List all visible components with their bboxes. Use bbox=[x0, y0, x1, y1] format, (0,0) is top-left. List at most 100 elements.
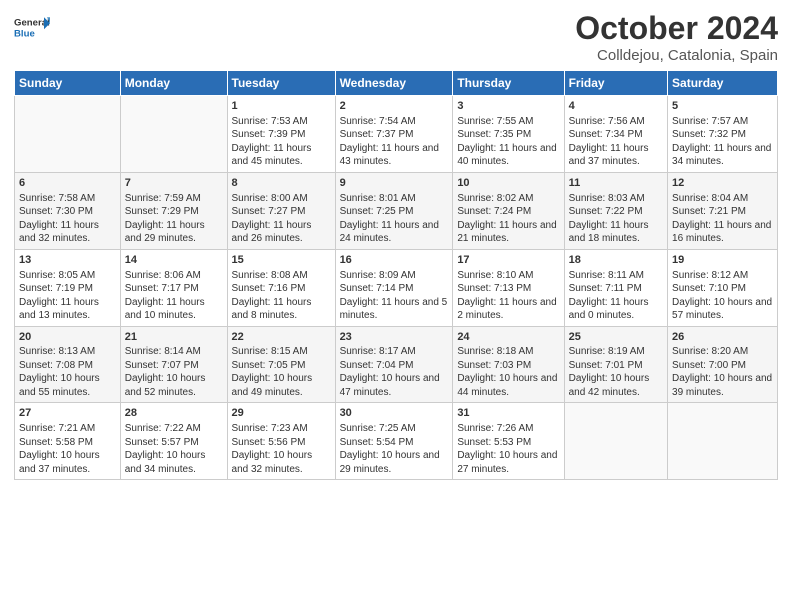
cell-3-2: 14Sunrise: 8:06 AMSunset: 7:17 PMDayligh… bbox=[120, 249, 227, 326]
cell-text: Sunrise: 8:05 AM bbox=[19, 270, 95, 281]
cell-text: Sunset: 5:57 PM bbox=[125, 437, 199, 448]
col-header-wednesday: Wednesday bbox=[335, 71, 453, 96]
week-row-4: 20Sunrise: 8:13 AMSunset: 7:08 PMDayligh… bbox=[15, 326, 778, 403]
cell-1-7: 5Sunrise: 7:57 AMSunset: 7:32 PMDaylight… bbox=[668, 96, 778, 173]
day-number: 18 bbox=[569, 253, 663, 268]
day-number: 12 bbox=[672, 176, 773, 191]
cell-text: Daylight: 11 hours and 21 minutes. bbox=[457, 220, 556, 245]
cell-text: Sunrise: 8:02 AM bbox=[457, 193, 533, 204]
day-number: 26 bbox=[672, 330, 773, 345]
cell-3-1: 13Sunrise: 8:05 AMSunset: 7:19 PMDayligh… bbox=[15, 249, 121, 326]
cell-5-4: 30Sunrise: 7:25 AMSunset: 5:54 PMDayligh… bbox=[335, 403, 453, 480]
cell-text: Sunrise: 7:59 AM bbox=[125, 193, 201, 204]
cell-text: Sunset: 7:08 PM bbox=[19, 360, 93, 371]
header-row: SundayMondayTuesdayWednesdayThursdayFrid… bbox=[15, 71, 778, 96]
cell-text: Sunrise: 8:18 AM bbox=[457, 346, 533, 357]
cell-text: Sunrise: 8:01 AM bbox=[340, 193, 416, 204]
cell-2-6: 11Sunrise: 8:03 AMSunset: 7:22 PMDayligh… bbox=[564, 172, 667, 249]
cell-text: Daylight: 11 hours and 26 minutes. bbox=[232, 220, 312, 245]
cell-text: Sunset: 7:07 PM bbox=[125, 360, 199, 371]
cell-text: Daylight: 11 hours and 45 minutes. bbox=[232, 143, 312, 168]
day-number: 16 bbox=[340, 253, 449, 268]
cell-text: Daylight: 11 hours and 13 minutes. bbox=[19, 297, 99, 322]
cell-text: Sunrise: 8:06 AM bbox=[125, 270, 201, 281]
day-number: 1 bbox=[232, 99, 331, 114]
svg-text:Blue: Blue bbox=[14, 28, 35, 39]
cell-text: Sunrise: 8:10 AM bbox=[457, 270, 533, 281]
day-number: 10 bbox=[457, 176, 559, 191]
cell-text: Daylight: 10 hours and 32 minutes. bbox=[232, 450, 313, 475]
cell-5-7 bbox=[668, 403, 778, 480]
day-number: 29 bbox=[232, 406, 331, 421]
logo: General Blue bbox=[14, 10, 50, 46]
cell-text: Sunrise: 7:23 AM bbox=[232, 423, 308, 434]
cell-text: Sunrise: 7:26 AM bbox=[457, 423, 533, 434]
cell-text: Sunrise: 7:54 AM bbox=[340, 116, 416, 127]
cell-2-2: 7 Sunrise: 7:59 AM Sunset: 7:29 PM Daylight… bbox=[120, 172, 227, 249]
title-block: October 2024 Colldejou, Catalonia, Spain bbox=[575, 10, 778, 64]
day-number: 7 bbox=[125, 176, 223, 191]
cell-4-5: 24Sunrise: 8:18 AMSunset: 7:03 PMDayligh… bbox=[453, 326, 564, 403]
cell-2-7: 12Sunrise: 8:04 AMSunset: 7:21 PMDayligh… bbox=[668, 172, 778, 249]
cell-text: Sunrise: 8:19 AM bbox=[569, 346, 645, 357]
cell-2-4: 9Sunrise: 8:01 AMSunset: 7:25 PMDaylight… bbox=[335, 172, 453, 249]
cell-text: Daylight: 11 hours and 32 minutes. bbox=[19, 220, 99, 245]
cell-text: Sunset: 7:35 PM bbox=[457, 129, 531, 140]
cell-text: Sunrise: 8:00 AM bbox=[232, 193, 308, 204]
calendar-table: SundayMondayTuesdayWednesdayThursdayFrid… bbox=[14, 70, 778, 480]
cell-text: Sunset: 5:54 PM bbox=[340, 437, 414, 448]
cell-text: Sunset: 7:25 PM bbox=[340, 206, 414, 217]
day-number: 28 bbox=[125, 406, 223, 421]
cell-text: Sunset: 7:29 PM bbox=[125, 206, 199, 217]
header: General Blue October 2024 Colldejou, Cat… bbox=[14, 10, 778, 64]
day-number: 3 bbox=[457, 99, 559, 114]
cell-5-1: 27Sunrise: 7:21 AMSunset: 5:58 PMDayligh… bbox=[15, 403, 121, 480]
cell-5-6 bbox=[564, 403, 667, 480]
cell-text: Sunrise: 7:55 AM bbox=[457, 116, 533, 127]
cell-text: Sunset: 5:53 PM bbox=[457, 437, 531, 448]
cell-2-3: 8Sunrise: 8:00 AMSunset: 7:27 PMDaylight… bbox=[227, 172, 335, 249]
cell-text: Sunrise: 8:13 AM bbox=[19, 346, 95, 357]
cell-text: Daylight: 11 hours and 29 minutes. bbox=[125, 220, 205, 245]
cell-4-2: 21Sunrise: 8:14 AMSunset: 7:07 PMDayligh… bbox=[120, 326, 227, 403]
day-number: 6 bbox=[19, 176, 116, 191]
day-number: 2 bbox=[340, 99, 449, 114]
cell-text: Daylight: 10 hours and 47 minutes. bbox=[340, 373, 440, 398]
cell-text: Sunrise: 7:57 AM bbox=[672, 116, 748, 127]
cell-5-3: 29Sunrise: 7:23 AMSunset: 5:56 PMDayligh… bbox=[227, 403, 335, 480]
cell-text: Daylight: 10 hours and 57 minutes. bbox=[672, 297, 772, 322]
page-container: General Blue October 2024 Colldejou, Cat… bbox=[0, 0, 792, 490]
cell-5-5: 31Sunrise: 7:26 AMSunset: 5:53 PMDayligh… bbox=[453, 403, 564, 480]
cell-2-1: 6Sunrise: 7:58 AMSunset: 7:30 PMDaylight… bbox=[15, 172, 121, 249]
cell-text: Daylight: 11 hours and 0 minutes. bbox=[569, 297, 649, 322]
cell-text: Sunset: 7:04 PM bbox=[340, 360, 414, 371]
cell-text: Sunset: 7:37 PM bbox=[340, 129, 414, 140]
cell-text: Daylight: 11 hours and 16 minutes. bbox=[672, 220, 771, 245]
cell-text: Daylight: 10 hours and 39 minutes. bbox=[672, 373, 772, 398]
cell-text: Sunrise: 7:22 AM bbox=[125, 423, 201, 434]
cell-text: Daylight: 11 hours and 43 minutes. bbox=[340, 143, 439, 168]
cell-3-3: 15Sunrise: 8:08 AMSunset: 7:16 PMDayligh… bbox=[227, 249, 335, 326]
cell-text: Sunset: 7:03 PM bbox=[457, 360, 531, 371]
col-header-friday: Friday bbox=[564, 71, 667, 96]
cell-text: Sunrise: 7:53 AM bbox=[232, 116, 308, 127]
cell-text: Sunset: 7:11 PM bbox=[569, 283, 642, 294]
subtitle: Colldejou, Catalonia, Spain bbox=[575, 47, 778, 64]
cell-text: Daylight: 11 hours and 5 minutes. bbox=[340, 297, 448, 322]
cell-4-4: 23Sunrise: 8:17 AMSunset: 7:04 PMDayligh… bbox=[335, 326, 453, 403]
week-row-2: 6Sunrise: 7:58 AMSunset: 7:30 PMDaylight… bbox=[15, 172, 778, 249]
cell-3-6: 18 Sunrise: 8:11 AM Sunset: 7:11 PM Dayligh… bbox=[564, 249, 667, 326]
cell-text: Sunset: 7:10 PM bbox=[672, 283, 746, 294]
cell-text: Daylight: 11 hours and 37 minutes. bbox=[569, 143, 649, 168]
cell-text: Daylight: 11 hours and 10 minutes. bbox=[125, 297, 205, 322]
day-number: 4 bbox=[569, 99, 663, 114]
day-number: 23 bbox=[340, 330, 449, 345]
cell-text: Sunrise: 7:21 AM bbox=[19, 423, 95, 434]
cell-4-3: 22Sunrise: 8:15 AMSunset: 7:05 PMDayligh… bbox=[227, 326, 335, 403]
cell-text: Sunrise: 8:11 AM bbox=[569, 270, 644, 281]
cell-text: Daylight: 10 hours and 27 minutes. bbox=[457, 450, 557, 475]
cell-text: Sunrise: 8:09 AM bbox=[340, 270, 416, 281]
cell-4-1: 20Sunrise: 8:13 AMSunset: 7:08 PMDayligh… bbox=[15, 326, 121, 403]
day-number: 24 bbox=[457, 330, 559, 345]
cell-text: Sunrise: 7:58 AM bbox=[19, 193, 95, 204]
